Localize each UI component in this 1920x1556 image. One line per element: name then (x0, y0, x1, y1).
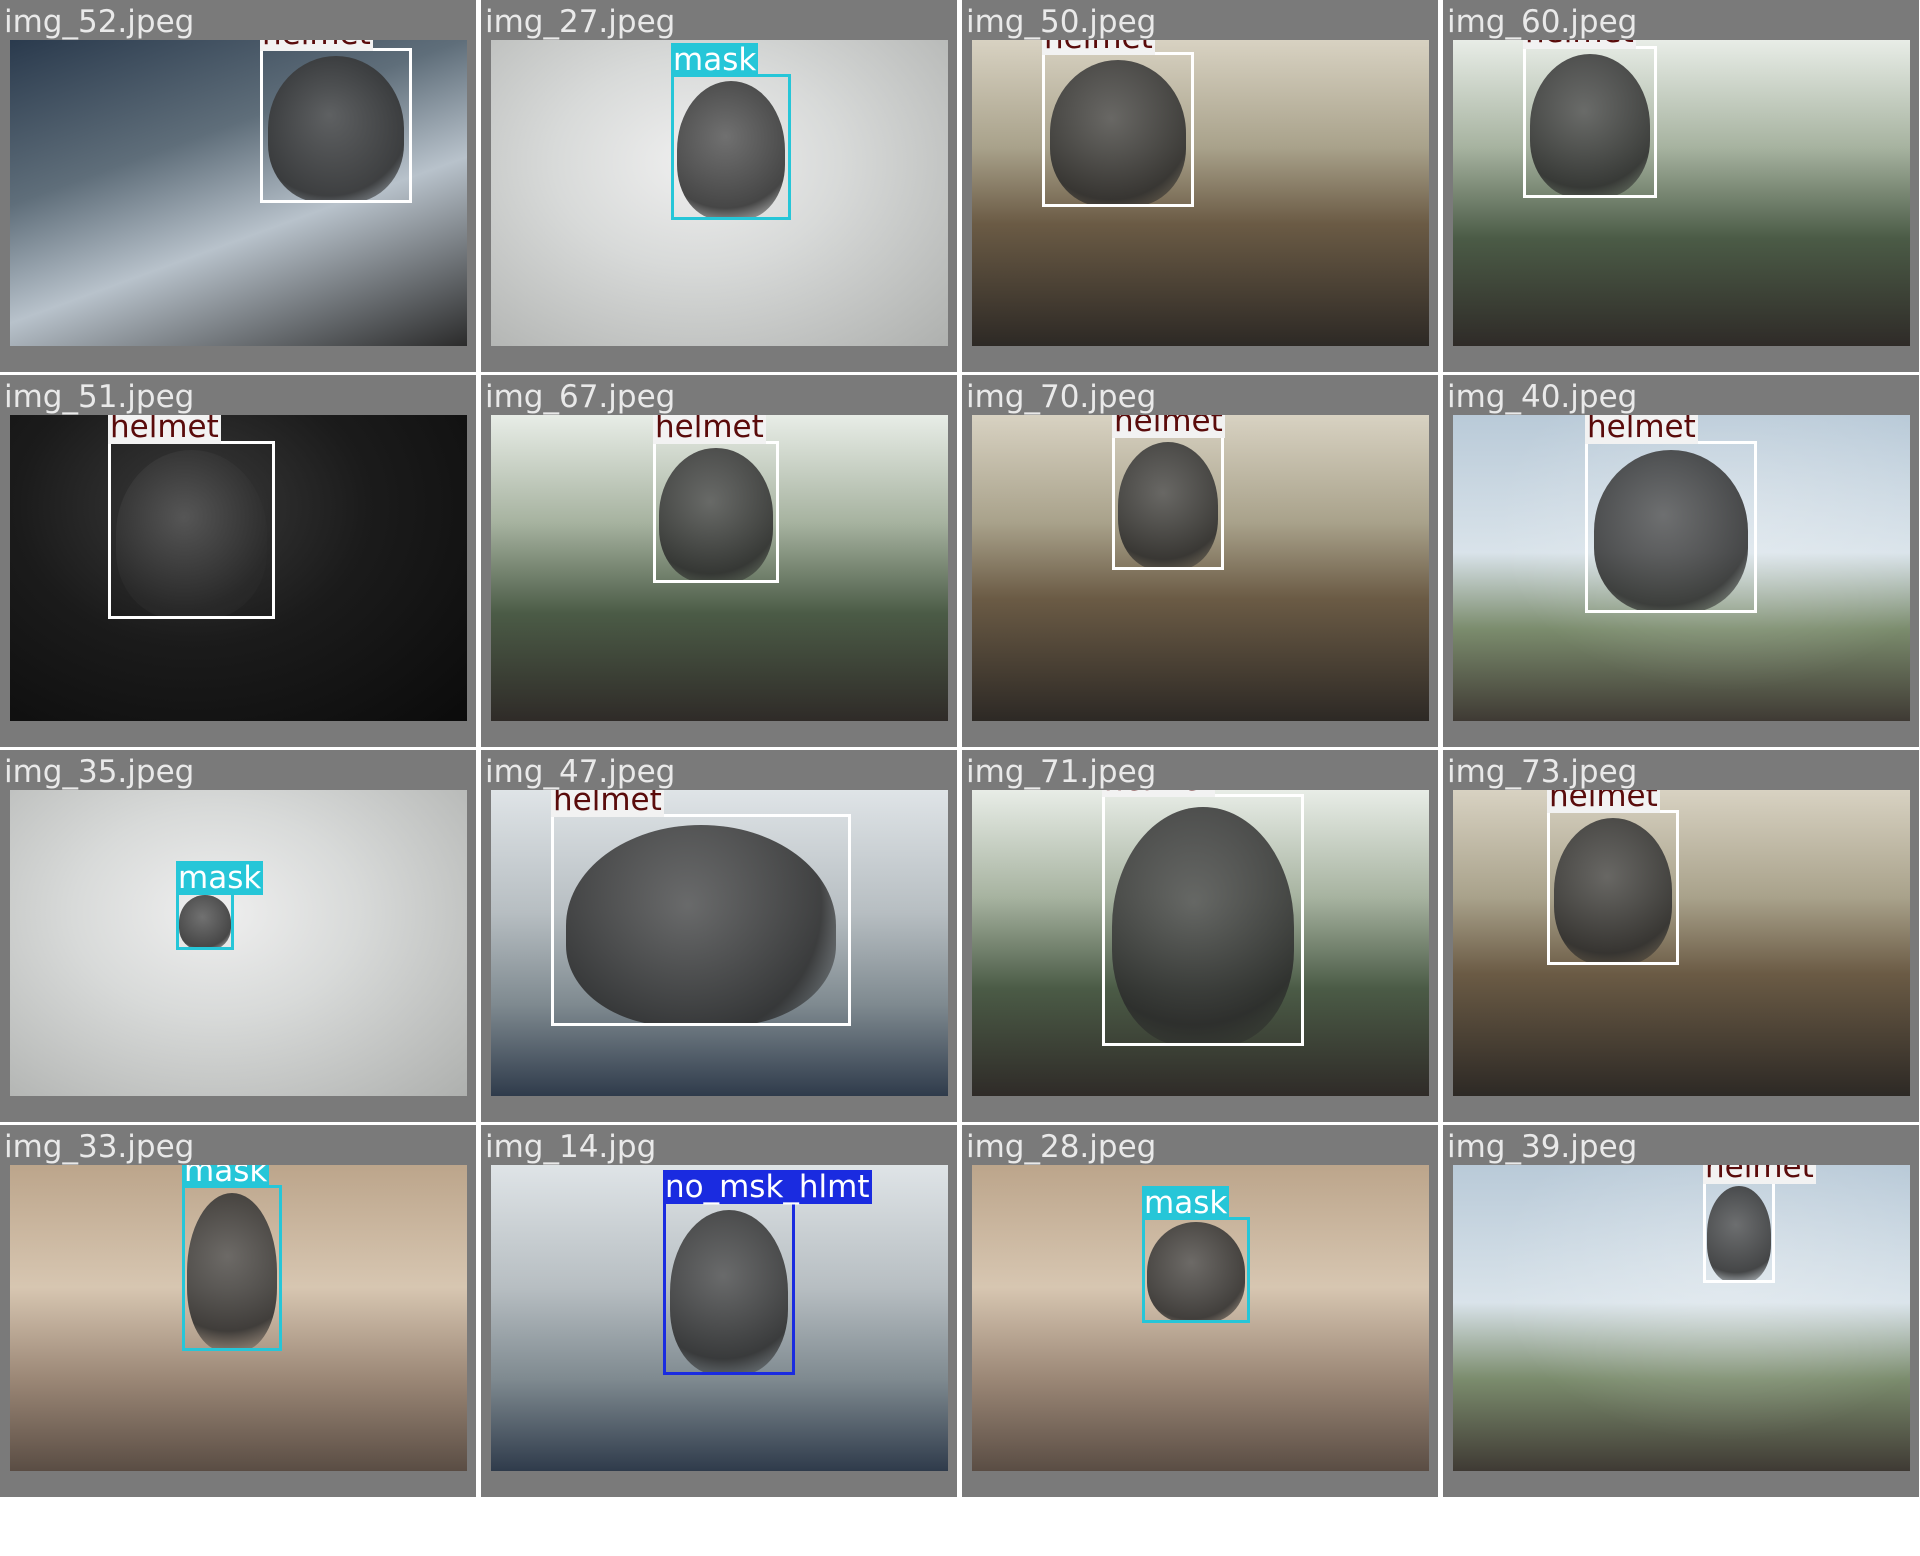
photo: helmet (972, 415, 1429, 721)
image-tile[interactable]: img_40.jpeg helmet (1443, 375, 1919, 747)
helmet-label: helmet (653, 415, 766, 444)
image-filename: img_50.jpeg (966, 4, 1157, 40)
helmet-bounding-box: helmet (1102, 790, 1304, 1046)
helmet-bounding-box: helmet (1703, 1165, 1816, 1283)
image-tile[interactable]: img_50.jpeghelmet (962, 0, 1438, 372)
image-filename: img_35.jpeg (4, 754, 195, 790)
image-filename: img_14.jpg (485, 1129, 657, 1165)
image-tile[interactable]: img_71.jpeghelmet (962, 750, 1438, 1122)
mask-bounding-box: mask (671, 43, 791, 220)
image-filename: img_40.jpeg (1447, 379, 1638, 415)
image-tile[interactable]: img_14.jpg no_msk_hlmt (481, 1125, 957, 1497)
photo: helmet (491, 415, 948, 721)
photo: helmet (1453, 415, 1910, 721)
helmet-label: helmet (1585, 415, 1698, 444)
photo: helmet (1453, 40, 1910, 346)
image-tile[interactable]: img_60.jpeghelmet (1443, 0, 1919, 372)
image-tile[interactable]: img_51.jpeg helmet (0, 375, 476, 747)
photo: helmet (1453, 1165, 1910, 1471)
photo: mask (10, 1165, 467, 1471)
mask-bounding-box: mask (1142, 1186, 1250, 1323)
no-mask-no-helmet-label: no_msk_hlmt (663, 1169, 872, 1205)
image-tile[interactable]: img_27.jpeg mask (481, 0, 957, 372)
image-tile[interactable]: img_47.jpeg helmet (481, 750, 957, 1122)
mask-label: mask (176, 860, 264, 896)
helmet-label: helmet (1102, 790, 1215, 797)
image-filename: img_71.jpeg (966, 754, 1157, 790)
image-tile[interactable]: img_67.jpeg helmet (481, 375, 957, 747)
helmet-bounding-box: helmet (1547, 790, 1679, 965)
helmet-bounding-box: helmet (551, 790, 851, 1026)
image-filename: img_28.jpeg (966, 1129, 1157, 1165)
helmet-label: helmet (260, 40, 373, 51)
no-mask-no-helmet-bounding-box: no_msk_hlmt (663, 1170, 872, 1375)
photo: helmet (491, 790, 948, 1096)
photo: helmet (10, 40, 467, 346)
image-filename: img_39.jpeg (1447, 1129, 1638, 1165)
image-filename: img_70.jpeg (966, 379, 1157, 415)
photo: helmet (1453, 790, 1910, 1096)
photo: helmet (972, 790, 1429, 1096)
image-tile[interactable]: img_28.jpegmask (962, 1125, 1438, 1497)
helmet-bounding-box: helmet (653, 415, 779, 583)
image-tile[interactable]: img_52.jpeghelmet (0, 0, 476, 372)
image-filename: img_51.jpeg (4, 379, 195, 415)
helmet-bounding-box: helmet (1585, 415, 1757, 613)
helmet-bounding-box: helmet (1523, 40, 1657, 198)
mask-label: mask (671, 42, 759, 78)
photo: mask (972, 1165, 1429, 1471)
helmet-label: helmet (1703, 1165, 1816, 1184)
image-tile[interactable]: img_39.jpeghelmet (1443, 1125, 1919, 1497)
helmet-bounding-box: helmet (1042, 40, 1194, 207)
helmet-bounding-box: helmet (260, 40, 412, 203)
image-tile[interactable]: img_35.jpegmask (0, 750, 476, 1122)
photo: mask (10, 790, 467, 1096)
helmet-label: helmet (1042, 40, 1155, 55)
helmet-bounding-box: helmet (108, 415, 275, 619)
image-filename: img_67.jpeg (485, 379, 676, 415)
image-filename: img_33.jpeg (4, 1129, 195, 1165)
image-tile[interactable]: img_73.jpeg helmet (1443, 750, 1919, 1122)
mask-label: mask (1142, 1185, 1230, 1221)
helmet-label: helmet (1547, 790, 1660, 813)
image-tile[interactable]: img_33.jpeg mask (0, 1125, 476, 1497)
mask-bounding-box: mask (182, 1165, 282, 1351)
image-filename: img_47.jpeg (485, 754, 676, 790)
image-filename: img_27.jpeg (485, 4, 676, 40)
helmet-label: helmet (1112, 415, 1225, 438)
detection-grid: img_52.jpeghelmetimg_27.jpegmaskimg_50.j… (0, 0, 1920, 1556)
image-filename: img_60.jpeg (1447, 4, 1638, 40)
helmet-bounding-box: helmet (1112, 415, 1225, 570)
photo: mask (491, 40, 948, 346)
photo: helmet (10, 415, 467, 721)
photo: helmet (972, 40, 1429, 346)
mask-bounding-box: mask (176, 861, 264, 950)
helmet-label: helmet (1523, 40, 1636, 49)
helmet-label: helmet (108, 415, 221, 444)
helmet-label: helmet (551, 790, 664, 817)
image-filename: img_73.jpeg (1447, 754, 1638, 790)
photo: no_msk_hlmt (491, 1165, 948, 1471)
image-filename: img_52.jpeg (4, 4, 195, 40)
mask-label: mask (182, 1165, 270, 1188)
image-tile[interactable]: img_70.jpeg helmet (962, 375, 1438, 747)
